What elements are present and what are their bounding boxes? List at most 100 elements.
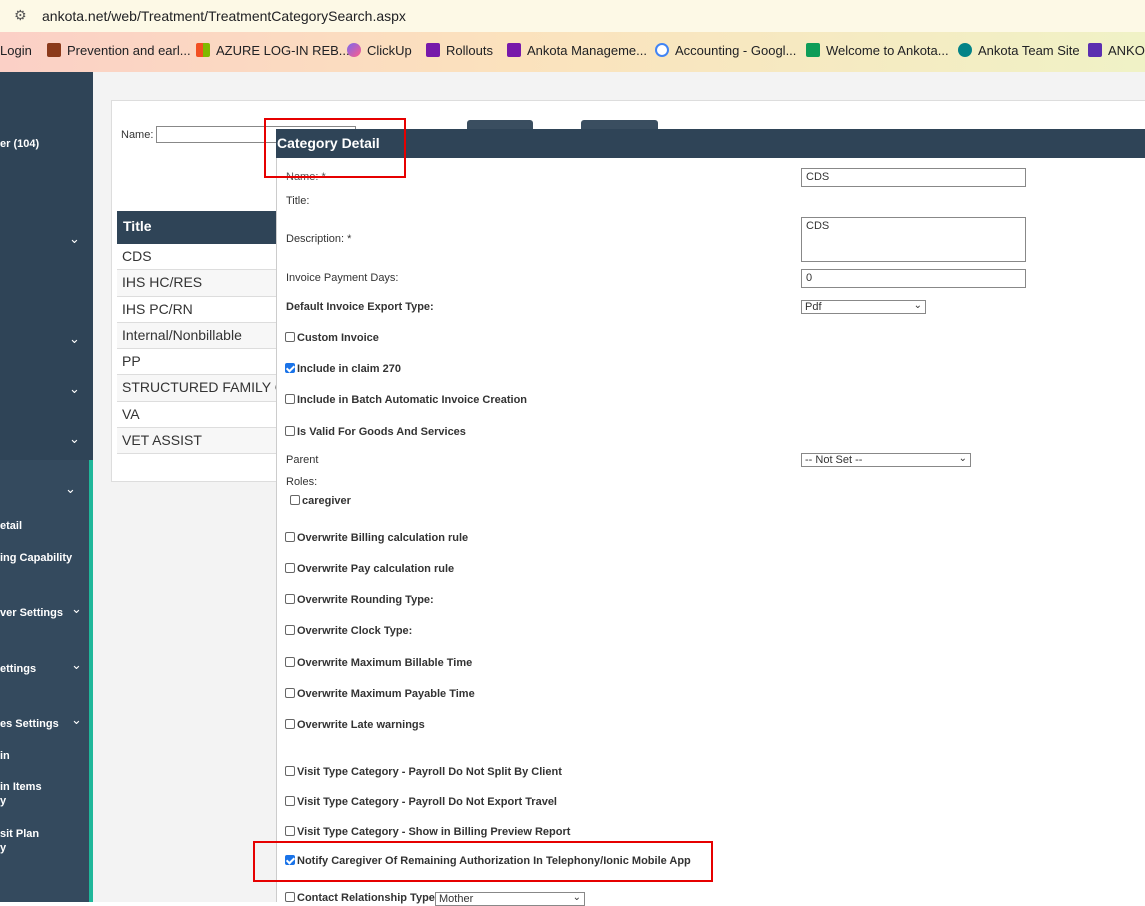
checkbox-unchecked[interactable] [290, 495, 300, 505]
checkbox-unchecked[interactable] [285, 796, 295, 806]
table-row[interactable]: STRUCTURED FAMILY CA [117, 375, 277, 402]
description-label: Description: * [286, 233, 352, 245]
vt-payroll-travel-checkbox[interactable]: Visit Type Category - Payroll Do Not Exp… [285, 796, 557, 808]
table-row[interactable]: Internal/Nonbillable [117, 322, 277, 350]
checkbox-unchecked[interactable] [285, 594, 295, 604]
valid-goods-checkbox[interactable]: Is Valid For Goods And Services [285, 426, 466, 438]
include-batch-checkbox[interactable]: Include in Batch Automatic Invoice Creat… [285, 394, 527, 406]
contact-relationship-select[interactable]: Mother ⌄ [435, 892, 585, 906]
sidebar-item-plan-items-sub[interactable]: y [0, 795, 6, 807]
invoice-days-label: Invoice Payment Days: [286, 272, 399, 284]
checkbox-unchecked[interactable] [285, 426, 295, 436]
ow-rounding-checkbox[interactable]: Overwrite Rounding Type: [285, 594, 434, 606]
vt-payroll-split-checkbox[interactable]: Visit Type Category - Payroll Do Not Spl… [285, 766, 562, 778]
checkbox-checked[interactable] [285, 363, 295, 373]
sidebar-item-settings[interactable]: ettings [0, 663, 36, 675]
url-text[interactable]: ankota.net/web/Treatment/TreatmentCatego… [42, 8, 406, 24]
sidebar-active-bar [89, 460, 93, 902]
chevron-down-icon[interactable]: ⌄ [71, 713, 82, 728]
bookmark-ankota[interactable]: ANKOT [1088, 43, 1145, 58]
chevron-down-icon[interactable]: ⌄ [69, 382, 80, 397]
name-input[interactable]: CDS [801, 168, 1026, 187]
google-icon [655, 43, 669, 57]
table-row[interactable]: IHS HC/RES [117, 270, 277, 297]
category-table: Title CDS IHS HC/RES IHS PC/RN Internal/… [117, 211, 277, 455]
checkbox-unchecked[interactable] [285, 563, 295, 573]
sidebar-item-visit-plan-sub[interactable]: y [0, 842, 6, 854]
sheets-icon [806, 43, 820, 57]
modal-header [276, 129, 1145, 158]
sidebar-item-visit-plan[interactable]: sit Plan [0, 828, 39, 840]
custom-invoice-checkbox[interactable]: Custom Invoice [285, 332, 379, 344]
ow-max-payable-checkbox[interactable]: Overwrite Maximum Payable Time [285, 688, 475, 700]
vt-billing-preview-checkbox[interactable]: Visit Type Category - Show in Billing Pr… [285, 826, 570, 838]
contact-relationship-value: Mother [439, 893, 474, 905]
ow-clock-checkbox[interactable]: Overwrite Clock Type: [285, 625, 412, 637]
bookmark-clickup[interactable]: ClickUp [347, 43, 412, 58]
bookmark-welcome[interactable]: Welcome to Ankota... [806, 43, 949, 58]
export-type-select[interactable]: Pdf ⌄ [801, 300, 926, 314]
sidebar-item-caregiver-settings[interactable]: ver Settings [0, 607, 63, 619]
highlight-box-notify [253, 841, 713, 882]
microsoft-icon [196, 43, 210, 57]
chevron-down-icon[interactable]: ⌄ [69, 432, 80, 447]
ow-max-billable-checkbox[interactable]: Overwrite Maximum Billable Time [285, 657, 472, 669]
chevron-down-icon: ⌄ [913, 300, 922, 311]
table-row[interactable]: IHS PC/RN [117, 296, 277, 323]
sidebar-item-plan[interactable]: in [0, 750, 10, 762]
ow-late-checkbox[interactable]: Overwrite Late warnings [285, 719, 425, 731]
checkbox-unchecked[interactable] [285, 657, 295, 667]
sidebar-item-services-settings[interactable]: es Settings [0, 718, 59, 730]
invoice-days-input[interactable]: 0 [801, 269, 1026, 288]
chevron-down-icon[interactable]: ⌄ [69, 332, 80, 347]
chevron-down-icon[interactable]: ⌄ [65, 482, 76, 497]
checkbox-unchecked[interactable] [285, 532, 295, 542]
sidebar-item-detail[interactable]: etail [0, 520, 22, 532]
site-settings-icon[interactable]: ⚙ [14, 8, 27, 24]
description-textarea[interactable]: CDS [801, 217, 1026, 262]
sharepoint-icon [958, 43, 972, 57]
bookmark-accounting[interactable]: Accounting - Googl... [655, 43, 796, 58]
table-row[interactable]: VA [117, 401, 277, 429]
checkbox-unchecked[interactable] [285, 394, 295, 404]
bookmark-azure[interactable]: AZURE LOG-IN REB... [196, 43, 350, 58]
ow-billing-checkbox[interactable]: Overwrite Billing calculation rule [285, 532, 468, 544]
name-search-label: Name: [121, 129, 154, 141]
chevron-down-icon[interactable]: ⌄ [69, 232, 80, 247]
checkbox-unchecked[interactable] [285, 332, 295, 342]
highlight-box-title [264, 118, 406, 178]
bookmark-team-site[interactable]: Ankota Team Site [958, 43, 1080, 58]
onenote-icon [426, 43, 440, 57]
role-caregiver-checkbox[interactable]: caregiver [290, 495, 351, 507]
bookmark-prevention[interactable]: Prevention and earl... [47, 43, 191, 58]
bookmark-rollouts[interactable]: Rollouts [426, 43, 493, 58]
list-icon [1088, 43, 1102, 57]
checkbox-unchecked[interactable] [285, 892, 295, 902]
bookmark-ankota-management[interactable]: Ankota Manageme... [507, 43, 647, 58]
sidebar-item-plan-items[interactable]: in Items [0, 781, 42, 793]
checkbox-unchecked[interactable] [285, 688, 295, 698]
sidebar-item-capability[interactable]: ing Capability [0, 552, 72, 564]
include-claim-checkbox[interactable]: Include in claim 270 [285, 363, 401, 375]
title-label: Title: [286, 195, 310, 207]
table-row[interactable]: PP [117, 349, 277, 376]
parent-value: -- Not Set -- [805, 454, 863, 466]
table-header-title[interactable]: Title [117, 211, 277, 244]
table-row[interactable]: VET ASSIST [117, 428, 277, 455]
checkbox-unchecked[interactable] [285, 826, 295, 836]
checkbox-unchecked[interactable] [285, 766, 295, 776]
shield-icon [47, 43, 61, 57]
ow-pay-checkbox[interactable]: Overwrite Pay calculation rule [285, 563, 454, 575]
sidebar-item-caregiver-count[interactable]: er (104) [0, 138, 39, 150]
address-bar[interactable]: ⚙ ankota.net/web/Treatment/TreatmentCate… [0, 0, 1145, 32]
checkbox-unchecked[interactable] [285, 625, 295, 635]
bookmarks-bar: Login Prevention and earl... AZURE LOG-I… [0, 32, 1145, 72]
bookmark-login[interactable]: Login [0, 43, 32, 58]
checkbox-unchecked[interactable] [285, 719, 295, 729]
table-row[interactable]: CDS [117, 244, 277, 271]
chevron-down-icon[interactable]: ⌄ [71, 602, 82, 617]
contact-relationship-checkbox[interactable]: Contact Relationship Type [285, 892, 435, 904]
parent-select[interactable]: -- Not Set -- ⌄ [801, 453, 971, 467]
chevron-down-icon[interactable]: ⌄ [71, 658, 82, 673]
parent-label: Parent [286, 454, 319, 466]
